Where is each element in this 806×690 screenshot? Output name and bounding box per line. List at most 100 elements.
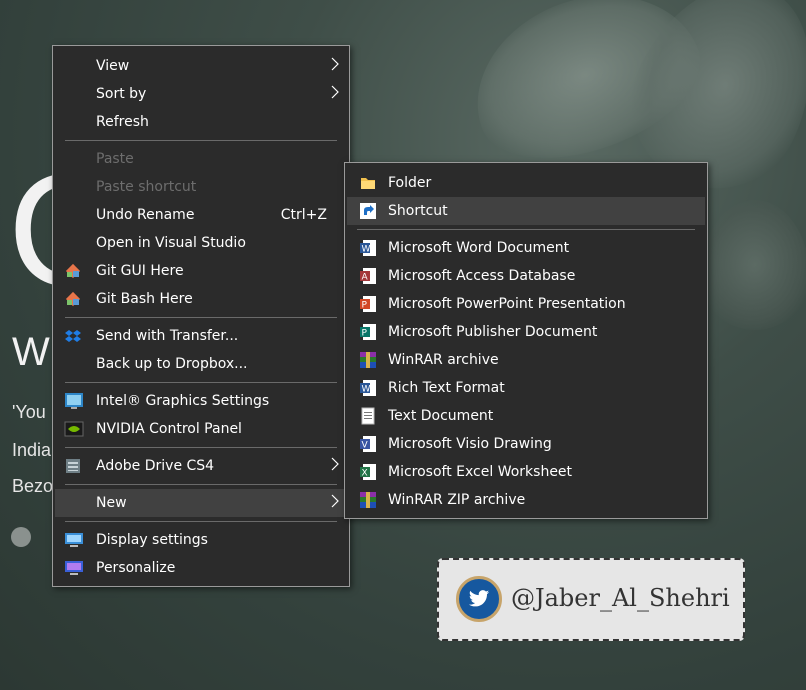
- menu-separator: [65, 521, 337, 522]
- intel-graphics-icon: [64, 392, 83, 410]
- submenu-item-label: WinRAR archive: [388, 352, 499, 368]
- menu-separator: [65, 140, 337, 141]
- submenu-item-powerpoint-presentation[interactable]: P Microsoft PowerPoint Presentation: [347, 290, 705, 318]
- submenu-item-label: Text Document: [388, 408, 494, 424]
- leaf-shape: [700, 200, 806, 330]
- menu-item-sort-by[interactable]: Sort by: [55, 80, 347, 108]
- git-bash-icon: [64, 290, 82, 308]
- svg-text:X: X: [362, 469, 368, 479]
- svg-text:P: P: [362, 329, 368, 339]
- menu-item-personalize[interactable]: Personalize: [55, 554, 347, 582]
- submenu-item-label: WinRAR ZIP archive: [388, 492, 526, 508]
- submenu-item-rich-text-format[interactable]: W Rich Text Format: [347, 374, 705, 402]
- background-dot: [11, 527, 31, 547]
- submenu-item-excel-worksheet[interactable]: X Microsoft Excel Worksheet: [347, 458, 705, 486]
- menu-item-intel-graphics-settings[interactable]: Intel® Graphics Settings: [55, 387, 347, 415]
- menu-item-label: Open in Visual Studio: [96, 235, 246, 251]
- menu-item-nvidia-control-panel[interactable]: NVIDIA Control Panel: [55, 415, 347, 443]
- word-icon: W: [359, 239, 377, 257]
- menu-item-label: Sort by: [96, 86, 147, 102]
- menu-separator: [65, 382, 337, 383]
- submenu-item-publisher-document[interactable]: P Microsoft Publisher Document: [347, 318, 705, 346]
- menu-item-label: Paste: [96, 151, 134, 167]
- menu-separator: [65, 447, 337, 448]
- desktop-context-menu: View Sort by Refresh Paste Paste shortcu…: [52, 45, 350, 587]
- git-gui-icon: [64, 262, 82, 280]
- access-icon: A: [359, 267, 377, 285]
- menu-item-label: NVIDIA Control Panel: [96, 421, 242, 437]
- menu-item-view[interactable]: View: [55, 52, 347, 80]
- submenu-item-word-document[interactable]: W Microsoft Word Document: [347, 234, 705, 262]
- personalize-icon: [64, 559, 83, 577]
- submenu-item-label: Microsoft Word Document: [388, 240, 570, 256]
- twitter-watermark: @Jaber_Al_Shehri: [437, 558, 745, 641]
- submenu-item-folder[interactable]: Folder: [347, 169, 705, 197]
- menu-item-label: Git Bash Here: [96, 291, 193, 307]
- menu-separator: [65, 484, 337, 485]
- submenu-item-label: Microsoft Visio Drawing: [388, 436, 552, 452]
- menu-item-label: Send with Transfer...: [96, 328, 239, 344]
- twitter-handle: @Jaber_Al_Shehri: [511, 584, 730, 612]
- menu-item-label: Display settings: [96, 532, 208, 548]
- submenu-item-label: Rich Text Format: [388, 380, 505, 396]
- rtf-icon: W: [359, 379, 377, 397]
- menu-item-label: Paste shortcut: [96, 179, 197, 195]
- svg-text:A: A: [362, 273, 369, 283]
- background-line: India: [12, 440, 52, 460]
- menu-item-label: Back up to Dropbox...: [96, 356, 248, 372]
- folder-icon: [359, 174, 377, 192]
- text-document-icon: [359, 407, 377, 425]
- submenu-item-visio-drawing[interactable]: V Microsoft Visio Drawing: [347, 430, 705, 458]
- background-line: 'You: [12, 402, 46, 422]
- chevron-right-icon: [329, 493, 341, 513]
- submenu-item-label: Shortcut: [388, 203, 448, 219]
- menu-item-back-up-to-dropbox[interactable]: Back up to Dropbox...: [55, 350, 347, 378]
- chevron-right-icon: [329, 56, 341, 76]
- menu-item-refresh[interactable]: Refresh: [55, 108, 347, 136]
- menu-item-new[interactable]: New: [55, 489, 347, 517]
- submenu-item-winrar-zip-archive[interactable]: WinRAR ZIP archive: [347, 486, 705, 514]
- chevron-right-icon: [329, 84, 341, 104]
- chevron-right-icon: [329, 456, 341, 476]
- menu-item-display-settings[interactable]: Display settings: [55, 526, 347, 554]
- menu-item-label: Intel® Graphics Settings: [96, 393, 270, 409]
- new-submenu: Folder Shortcut W Microsoft Word Documen…: [344, 162, 708, 519]
- menu-item-paste: Paste: [55, 145, 347, 173]
- menu-separator: [357, 229, 695, 230]
- svg-text:V: V: [362, 441, 369, 451]
- menu-item-label: Undo Rename: [96, 207, 195, 223]
- menu-item-open-in-visual-studio[interactable]: Open in Visual Studio: [55, 229, 347, 257]
- menu-item-send-with-transfer[interactable]: Send with Transfer...: [55, 322, 347, 350]
- menu-item-label: Refresh: [96, 114, 149, 130]
- submenu-item-label: Folder: [388, 175, 432, 191]
- submenu-item-text-document[interactable]: Text Document: [347, 402, 705, 430]
- background-heading: W: [12, 330, 50, 374]
- menu-separator: [65, 317, 337, 318]
- menu-item-git-bash-here[interactable]: Git Bash Here: [55, 285, 347, 313]
- submenu-item-shortcut[interactable]: Shortcut: [347, 197, 705, 225]
- background-line: Bezo: [12, 476, 54, 496]
- menu-item-label: Git GUI Here: [96, 263, 184, 279]
- display-icon: [64, 531, 83, 549]
- excel-icon: X: [359, 463, 377, 481]
- submenu-item-label: Microsoft Access Database: [388, 268, 576, 284]
- powerpoint-icon: P: [359, 295, 377, 313]
- dropbox-icon: [64, 327, 82, 345]
- svg-text:W: W: [362, 245, 371, 255]
- winrar-zip-icon: [359, 491, 377, 509]
- winrar-icon: [359, 351, 377, 369]
- menu-item-git-gui-here[interactable]: Git GUI Here: [55, 257, 347, 285]
- menu-item-label: Personalize: [96, 560, 176, 576]
- svg-text:W: W: [362, 385, 371, 395]
- publisher-icon: P: [359, 323, 377, 341]
- submenu-item-label: Microsoft Publisher Document: [388, 324, 598, 340]
- menu-item-adobe-drive-cs4[interactable]: Adobe Drive CS4: [55, 452, 347, 480]
- submenu-item-label: Microsoft Excel Worksheet: [388, 464, 573, 480]
- visio-icon: V: [359, 435, 377, 453]
- shortcut-key: Ctrl+Z: [280, 207, 327, 223]
- nvidia-icon: [64, 420, 84, 438]
- submenu-item-access-database[interactable]: A Microsoft Access Database: [347, 262, 705, 290]
- menu-item-label: Adobe Drive CS4: [96, 458, 215, 474]
- menu-item-undo-rename[interactable]: Undo Rename Ctrl+Z: [55, 201, 347, 229]
- submenu-item-winrar-archive[interactable]: WinRAR archive: [347, 346, 705, 374]
